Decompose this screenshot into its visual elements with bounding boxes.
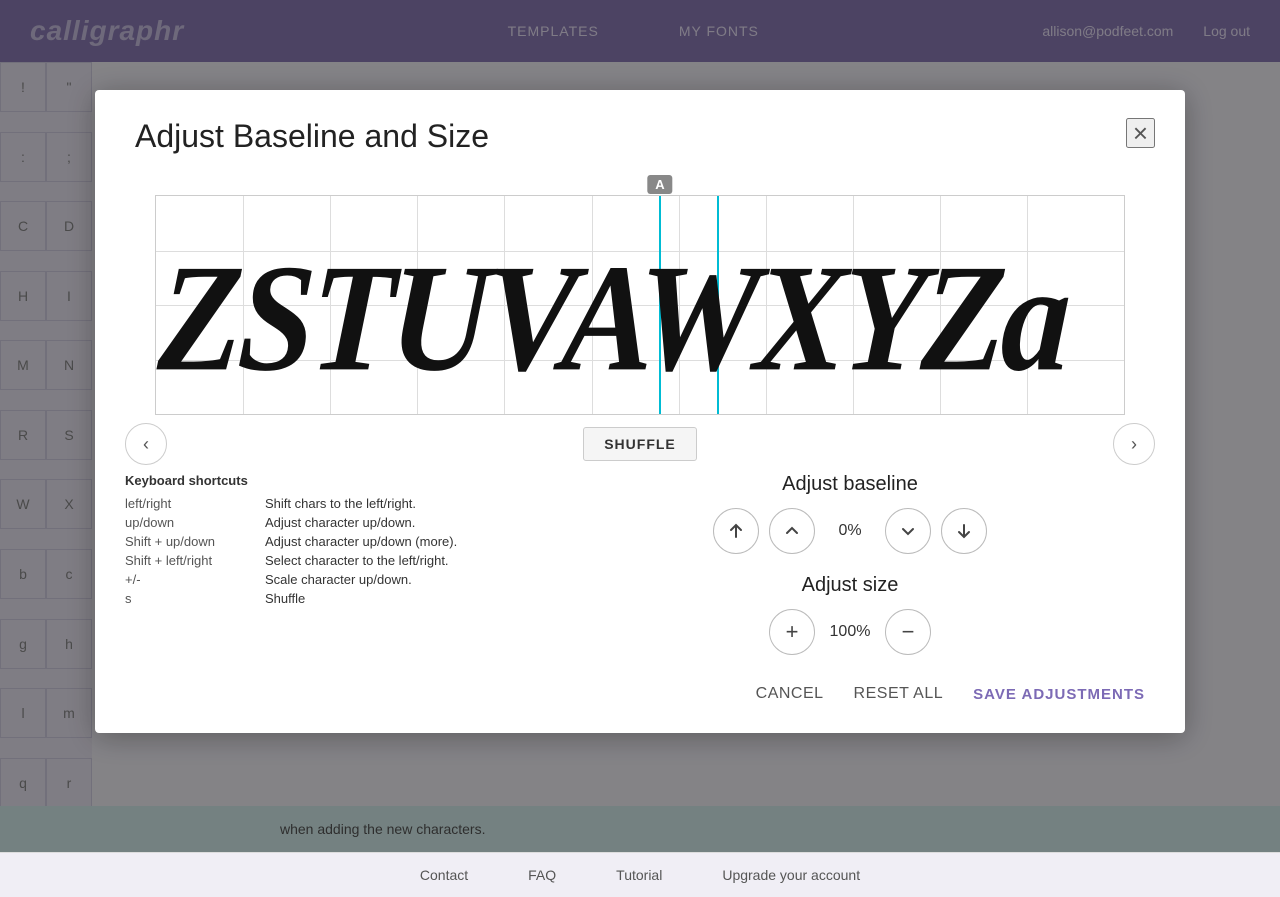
shortcut-key: +/- (125, 572, 255, 587)
shortcut-row: s Shuffle (125, 591, 505, 606)
shortcut-row: Shift + left/right Select character to t… (125, 553, 505, 568)
adjustments-panel: Adjust baseline 0% (545, 473, 1155, 675)
footer-upgrade[interactable]: Upgrade your account (722, 867, 860, 883)
font-preview-area: ZSTUVAWXYZa (155, 195, 1125, 415)
reset-all-button[interactable]: RESET ALL (854, 685, 944, 703)
shortcut-desc: Scale character up/down. (265, 572, 412, 587)
shortcut-desc: Adjust character up/down (more). (265, 534, 457, 549)
shortcut-key: s (125, 591, 255, 606)
up-small-icon (783, 522, 801, 540)
adjust-modal: Adjust Baseline and Size × A (95, 90, 1185, 733)
down-large-icon (955, 522, 973, 540)
baseline-section: Adjust baseline 0% (545, 473, 1155, 554)
shortcut-desc: Shift chars to the left/right. (265, 496, 416, 511)
footer-tutorial[interactable]: Tutorial (616, 867, 662, 883)
shortcut-row: left/right Shift chars to the left/right… (125, 496, 505, 511)
shortcut-desc: Shuffle (265, 591, 305, 606)
shortcut-row: +/- Scale character up/down. (125, 572, 505, 587)
shortcut-key: left/right (125, 496, 255, 511)
size-plus-button[interactable]: + (769, 609, 815, 655)
shortcut-key: Shift + left/right (125, 553, 255, 568)
preview-nav: ‹ SHUFFLE › (95, 415, 1185, 473)
shuffle-button[interactable]: SHUFFLE (583, 427, 697, 461)
size-controls: + 100% − (545, 609, 1155, 655)
shortcut-desc: Select character to the left/right. (265, 553, 449, 568)
cancel-button[interactable]: CANCEL (756, 685, 824, 703)
baseline-down-small-button[interactable] (885, 508, 931, 554)
font-preview-wrapper: A (125, 175, 1155, 415)
handwriting-svg: ZSTUVAWXYZa (156, 196, 1124, 414)
baseline-value: 0% (825, 522, 875, 540)
down-small-icon (899, 522, 917, 540)
size-section: Adjust size + 100% − (545, 574, 1155, 655)
shortcut-desc: Adjust character up/down. (265, 515, 415, 530)
a-marker: A (647, 175, 672, 194)
shortcut-row: Shift + up/down Adjust character up/down… (125, 534, 505, 549)
size-label: Adjust size (545, 574, 1155, 597)
baseline-up-small-button[interactable] (769, 508, 815, 554)
svg-text:ZSTUVAWXYZa: ZSTUVAWXYZa (156, 233, 1072, 404)
save-adjustments-button[interactable]: SAVE ADJUSTMENTS (973, 686, 1145, 703)
size-value: 100% (825, 623, 875, 641)
shortcut-row: up/down Adjust character up/down. (125, 515, 505, 530)
footer: Contact FAQ Tutorial Upgrade your accoun… (0, 852, 1280, 897)
baseline-label: Adjust baseline (545, 473, 1155, 496)
prev-button[interactable]: ‹ (125, 423, 167, 465)
footer-contact[interactable]: Contact (420, 867, 468, 883)
close-button[interactable]: × (1126, 118, 1155, 148)
next-button[interactable]: › (1113, 423, 1155, 465)
shortcut-key: up/down (125, 515, 255, 530)
up-large-icon (727, 522, 745, 540)
size-minus-button[interactable]: − (885, 609, 931, 655)
controls-area: Keyboard shortcuts left/right Shift char… (95, 473, 1185, 675)
footer-faq[interactable]: FAQ (528, 867, 556, 883)
baseline-controls: 0% (545, 508, 1155, 554)
modal-title: Adjust Baseline and Size (135, 118, 489, 155)
shortcut-key: Shift + up/down (125, 534, 255, 549)
baseline-up-large-button[interactable] (713, 508, 759, 554)
shortcuts-title: Keyboard shortcuts (125, 473, 505, 488)
modal-header: Adjust Baseline and Size × (95, 90, 1185, 165)
baseline-down-large-button[interactable] (941, 508, 987, 554)
keyboard-shortcuts: Keyboard shortcuts left/right Shift char… (125, 473, 505, 675)
action-buttons: CANCEL RESET ALL SAVE ADJUSTMENTS (95, 675, 1185, 703)
